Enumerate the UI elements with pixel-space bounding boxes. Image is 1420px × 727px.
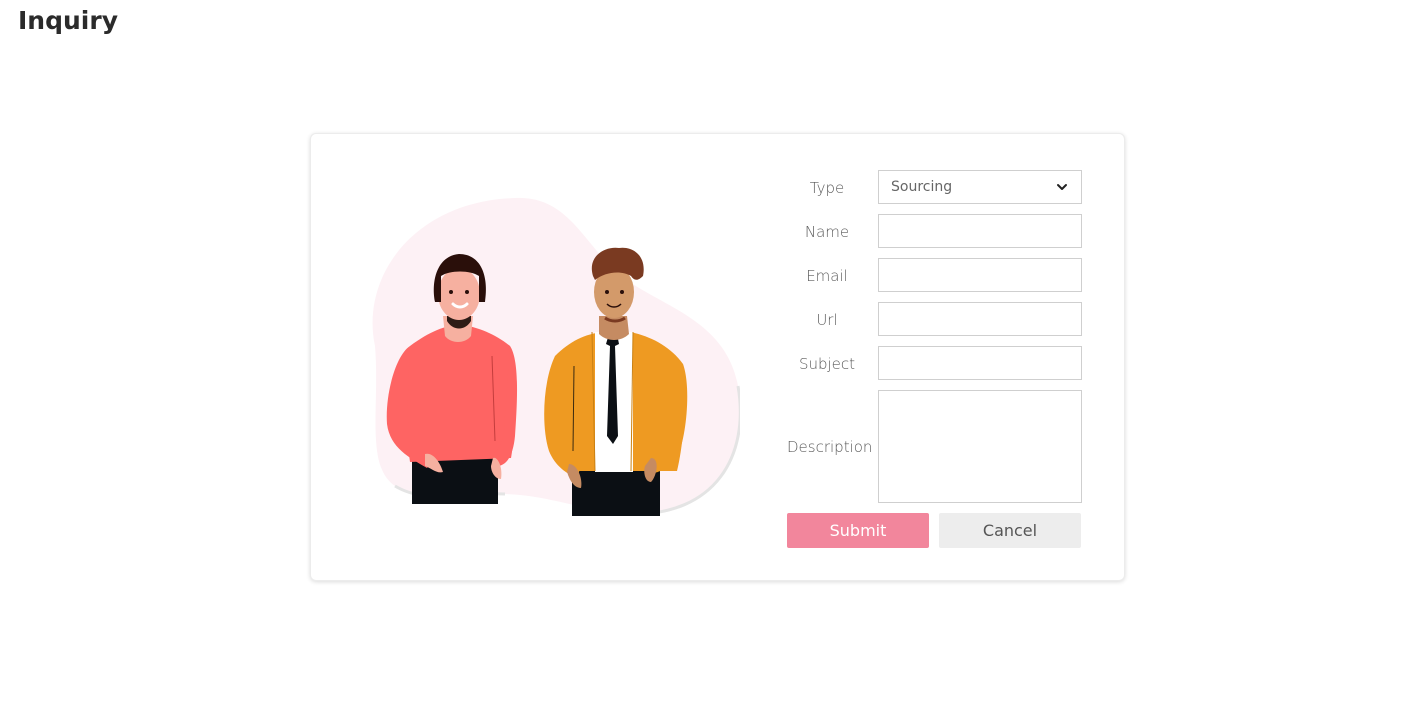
email-input[interactable] <box>878 258 1082 292</box>
email-label: Email <box>806 267 848 285</box>
type-select-value: Sourcing <box>891 179 953 195</box>
url-label: Url <box>816 311 838 329</box>
name-label: Name <box>804 223 850 241</box>
submit-button[interactable]: Submit <box>787 513 929 548</box>
people-illustration <box>372 197 740 516</box>
subject-input[interactable] <box>878 346 1082 380</box>
name-input[interactable] <box>878 214 1082 248</box>
type-select[interactable]: Sourcing <box>878 170 1082 204</box>
subject-label: Subject <box>798 355 856 373</box>
cancel-button[interactable]: Cancel <box>939 513 1081 548</box>
inquiry-card: Type Sourcing Name Email Url Subject Des… <box>310 133 1125 581</box>
chevron-down-icon <box>1057 184 1067 190</box>
page-title: Inquiry <box>18 6 118 35</box>
type-label: Type <box>809 179 845 197</box>
inquiry-form: Type Sourcing Name Email Url Subject Des… <box>787 170 1083 549</box>
url-input[interactable] <box>878 302 1082 336</box>
description-textarea[interactable] <box>878 390 1082 503</box>
description-label: Description <box>787 438 873 456</box>
